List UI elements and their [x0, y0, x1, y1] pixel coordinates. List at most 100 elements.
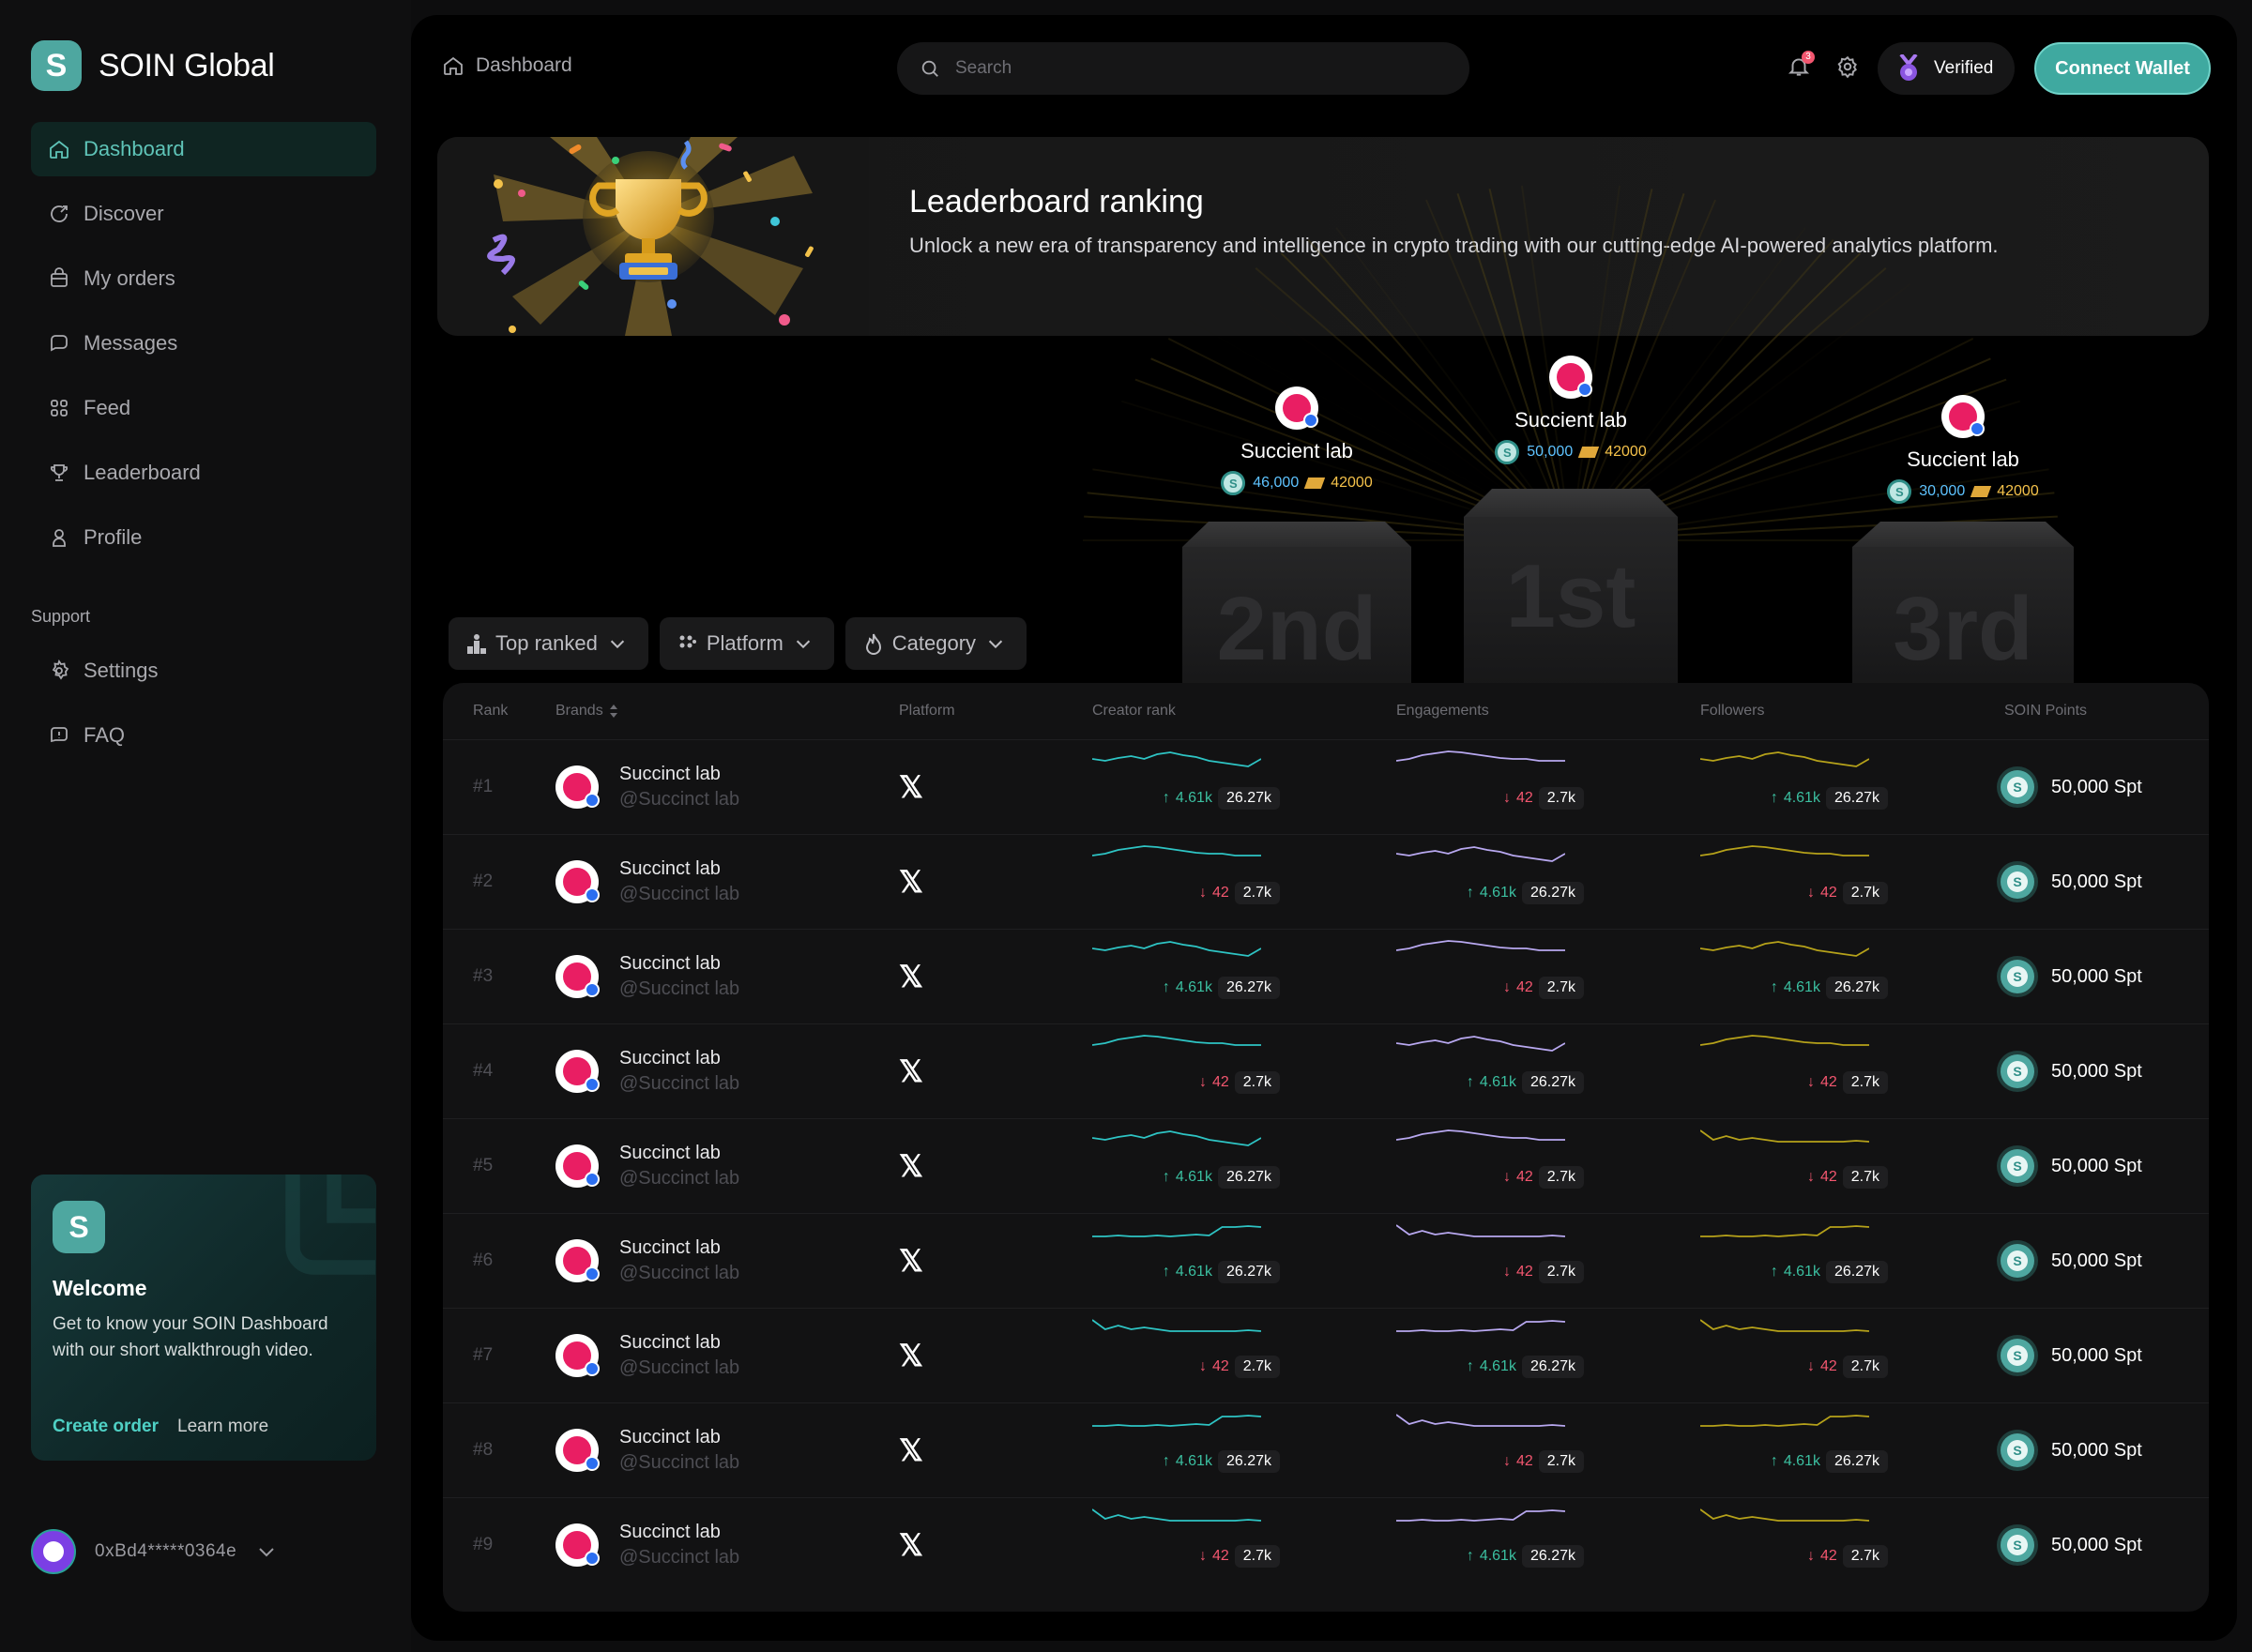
x-platform-icon[interactable]: 𝕏 — [899, 959, 923, 994]
soin-coin-icon: S — [1887, 479, 1912, 504]
sparkline — [1396, 1036, 1565, 1052]
x-platform-icon[interactable]: 𝕏 — [899, 1243, 923, 1279]
metric-value: 2.7k — [1842, 1166, 1888, 1189]
podium-section: 2nd 1st 3rd Succient lab S 46,000 42000 … — [411, 15, 2237, 690]
brand-cell[interactable]: Succinct lab @Succinct lab — [555, 1048, 739, 1095]
account-switcher[interactable]: 0xBd4*****0364e — [31, 1529, 278, 1574]
sparkline — [1092, 845, 1261, 856]
learn-more-link[interactable]: Learn more — [177, 1417, 268, 1437]
brand-cell[interactable]: Succinct lab @Succinct lab — [555, 1332, 739, 1379]
platform-filter[interactable]: Platform — [659, 617, 834, 670]
x-platform-icon[interactable]: 𝕏 — [899, 864, 923, 900]
brand-name: Succinct lab — [619, 1143, 721, 1163]
table-row[interactable]: #9 Succinct lab @Succinct lab 𝕏 ↓ 42 2.7k — [443, 1497, 2209, 1592]
podium-tokens: 42000 — [1997, 483, 2039, 499]
home-icon — [50, 140, 68, 159]
podium-tokens: 42000 — [1331, 475, 1373, 491]
brand-cell[interactable]: Succinct lab @Succinct lab — [555, 764, 739, 811]
sparkline — [1092, 1225, 1261, 1237]
brand-handle: @Succinct lab — [619, 1263, 740, 1283]
sidebar-item-my-orders[interactable]: My orders — [31, 251, 376, 306]
sidebar: S SOIN Global Dashboard Discover My orde… — [0, 0, 411, 1652]
column-header[interactable]: Brands — [555, 703, 618, 720]
column-header[interactable]: Creator rank — [1092, 703, 1176, 720]
podium-card-3rd[interactable]: Succient lab S 30,000 42000 — [1869, 395, 2057, 504]
table-row[interactable]: #2 Succinct lab @Succinct lab 𝕏 ↓ 42 2.7k — [443, 834, 2209, 929]
sort-icon — [609, 705, 617, 718]
sparkline — [1700, 1508, 1869, 1522]
podium-stats: S 46,000 42000 — [1203, 471, 1391, 495]
brand-cell[interactable]: Succinct lab @Succinct lab — [555, 953, 739, 1000]
sparkline — [1396, 940, 1565, 951]
sidebar-item-feed[interactable]: Feed — [31, 381, 376, 435]
brand-logo[interactable]: S SOIN Global — [31, 40, 275, 91]
sidebar-item-label: Settings — [84, 659, 159, 682]
verified-check-icon — [585, 793, 600, 808]
podium-name: Succient lab — [1907, 447, 2019, 471]
x-platform-icon[interactable]: 𝕏 — [899, 1148, 923, 1184]
column-header[interactable]: Engagements — [1396, 703, 1489, 720]
metric-stat: ↓ 42 2.7k — [1807, 1166, 1888, 1189]
sidebar-item-settings[interactable]: Settings — [31, 644, 376, 698]
sidebar-item-label: Messages — [84, 331, 178, 355]
sidebar-item-messages[interactable]: Messages — [31, 316, 376, 371]
brand-cell[interactable]: Succinct lab @Succinct lab — [555, 858, 739, 905]
podium-card-1st[interactable]: Succient lab S 50,000 42000 — [1477, 356, 1665, 464]
engagements-metric: ↓ 42 2.7k — [1396, 1413, 1584, 1488]
engagements-metric: ↓ 42 2.7k — [1396, 750, 1584, 825]
metric-value: 26.27k — [1217, 1450, 1280, 1473]
sidebar-item-leaderboard[interactable]: Leaderboard — [31, 446, 376, 500]
followers-metric: ↑ 4.61k 26.27k — [1700, 1413, 1888, 1488]
column-header[interactable]: Platform — [899, 703, 955, 720]
followers-metric: ↓ 42 2.7k — [1700, 844, 1888, 919]
sidebar-item-faq[interactable]: FAQ — [31, 708, 376, 763]
x-platform-icon[interactable]: 𝕏 — [899, 1432, 923, 1468]
column-header[interactable]: Followers — [1700, 703, 1764, 720]
creator-metric: ↑ 4.61k 26.27k — [1092, 939, 1280, 1014]
podium-card-2nd[interactable]: Succient lab S 46,000 42000 — [1203, 386, 1391, 495]
chevron-down-icon — [610, 640, 624, 649]
creator-metric: ↑ 4.61k 26.27k — [1092, 1223, 1280, 1298]
create-order-link[interactable]: Create order — [53, 1417, 159, 1437]
metric-stat: ↓ 42 2.7k — [1503, 1450, 1584, 1473]
table-row[interactable]: #1 Succinct lab @Succinct lab 𝕏 ↑ 4.61k 2… — [443, 739, 2209, 834]
table-row[interactable]: #7 Succinct lab @Succinct lab 𝕏 ↓ 42 2.7k — [443, 1308, 2209, 1402]
sparkline — [1092, 1319, 1261, 1332]
engagements-metric: ↑ 4.61k 26.27k — [1396, 1318, 1584, 1393]
table-row[interactable]: #8 Succinct lab @Succinct lab 𝕏 ↑ 4.61k 2… — [443, 1402, 2209, 1497]
brand-cell[interactable]: Succinct lab @Succinct lab — [555, 1143, 739, 1190]
category-filter[interactable]: Category — [844, 617, 1027, 670]
column-header[interactable]: SOIN Points — [2004, 703, 2087, 720]
brand-cell[interactable]: Succinct lab @Succinct lab — [555, 1427, 739, 1474]
sidebar-item-discover[interactable]: Discover — [31, 187, 376, 241]
metric-value: 2.7k — [1538, 1261, 1584, 1283]
table-row[interactable]: #5 Succinct lab @Succinct lab 𝕏 ↑ 4.61k 2… — [443, 1118, 2209, 1213]
brand-cell[interactable]: Succinct lab @Succinct lab — [555, 1237, 739, 1284]
sparkline — [1700, 941, 1869, 957]
metric-value: 2.7k — [1538, 1166, 1584, 1189]
brand-name: Succinct lab — [619, 1522, 721, 1542]
x-platform-icon[interactable]: 𝕏 — [899, 769, 923, 805]
x-platform-icon[interactable]: 𝕏 — [899, 1527, 923, 1563]
creator-metric: ↑ 4.61k 26.27k — [1092, 750, 1280, 825]
metric-stat: ↓ 42 2.7k — [1807, 882, 1888, 904]
table-row[interactable]: #3 Succinct lab @Succinct lab 𝕏 ↑ 4.61k 2… — [443, 929, 2209, 1023]
x-platform-icon[interactable]: 𝕏 — [899, 1053, 923, 1089]
filter-bar: Top ranked Platform Category — [449, 617, 1027, 670]
avatar — [1941, 395, 1985, 438]
table-row[interactable]: #6 Succinct lab @Succinct lab 𝕏 ↑ 4.61k 2… — [443, 1213, 2209, 1308]
top-ranked-filter[interactable]: Top ranked — [449, 617, 648, 670]
brand-cell[interactable]: Succinct lab @Succinct lab — [555, 1522, 739, 1569]
metric-stat: ↑ 4.61k 26.27k — [1467, 1545, 1584, 1568]
metric-stat: ↑ 4.61k 26.27k — [1163, 1261, 1280, 1283]
arrow-down-icon: ↓ — [1502, 1264, 1511, 1280]
soin-coin-icon: S — [2001, 1054, 2034, 1088]
sidebar-item-dashboard[interactable]: Dashboard — [31, 122, 376, 176]
x-platform-icon[interactable]: 𝕏 — [899, 1338, 923, 1373]
sidebar-item-label: FAQ — [84, 723, 126, 747]
table-row[interactable]: #4 Succinct lab @Succinct lab 𝕏 ↓ 42 2.7k — [443, 1023, 2209, 1118]
metric-delta: 42 — [1515, 1453, 1533, 1469]
sidebar-item-profile[interactable]: Profile — [31, 510, 376, 565]
column-header[interactable]: Rank — [473, 703, 508, 720]
brand-name: Succinct lab — [619, 1237, 721, 1258]
